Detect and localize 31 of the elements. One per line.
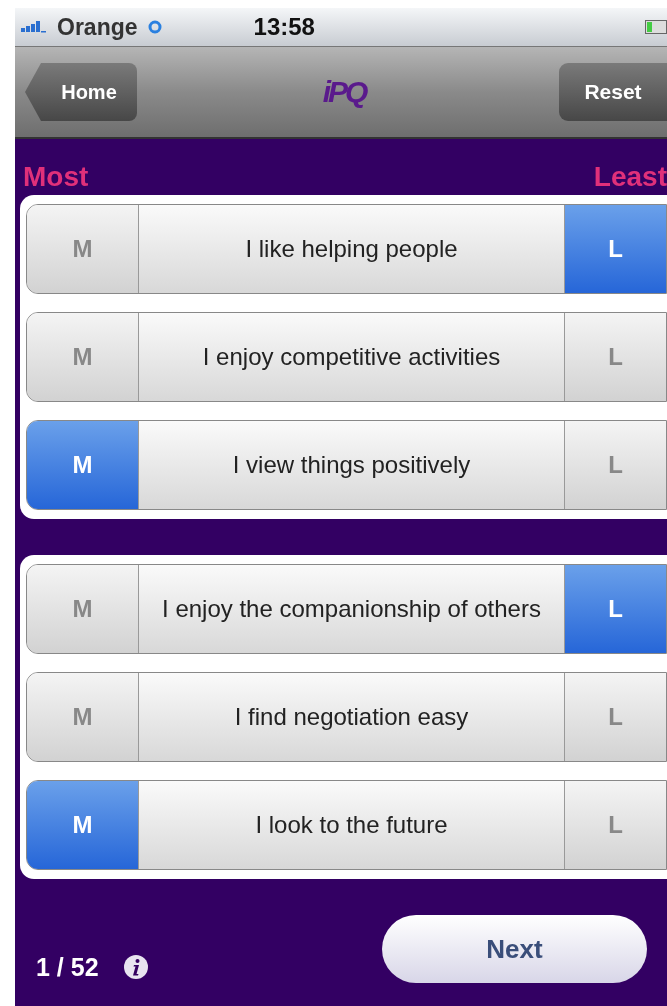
least-button[interactable]: L <box>564 205 666 293</box>
clock-time: 13:58 <box>253 13 315 41</box>
least-button[interactable]: L <box>564 565 666 653</box>
most-button[interactable]: M <box>27 421 139 509</box>
reset-button[interactable]: Reset <box>559 63 667 121</box>
carrier-name: Orange <box>57 13 138 41</box>
most-button[interactable]: M <box>27 565 139 653</box>
signal-icon <box>21 21 47 33</box>
most-button[interactable]: M <box>27 673 139 761</box>
most-button[interactable]: M <box>27 205 139 293</box>
least-button[interactable]: L <box>564 313 666 401</box>
most-button[interactable]: M <box>27 313 139 401</box>
most-button[interactable]: M <box>27 781 139 869</box>
info-icon[interactable] <box>122 954 149 980</box>
app-logo: iPQ <box>322 75 366 109</box>
least-button[interactable]: L <box>564 421 666 509</box>
statement-text: I view things positively <box>231 449 472 480</box>
least-button[interactable]: L <box>564 781 666 869</box>
progress-counter: 1 / 52 <box>36 952 99 982</box>
battery-icon <box>645 20 667 34</box>
least-button[interactable]: L <box>564 673 666 761</box>
most-heading: Most <box>23 160 89 194</box>
home-button[interactable]: Home <box>25 63 137 121</box>
statement-text: I enjoy competitive activities <box>201 341 502 372</box>
least-heading: Least <box>593 160 667 194</box>
sync-icon <box>147 20 162 34</box>
statement-text: I find negotiation easy <box>233 701 470 732</box>
statement-text: I look to the future <box>254 809 449 840</box>
next-button[interactable]: Next <box>382 915 647 983</box>
statement-text: I enjoy the companionship of others <box>161 593 542 624</box>
statement-text: I like helping people <box>244 233 459 264</box>
